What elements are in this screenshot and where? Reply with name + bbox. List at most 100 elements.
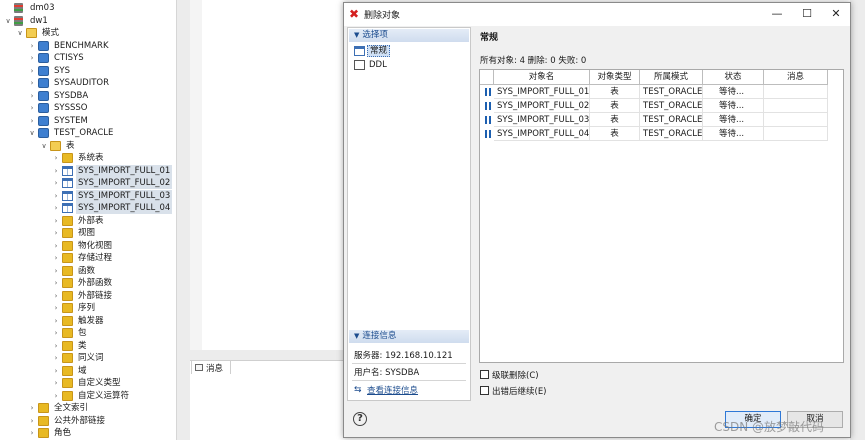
cell-message — [764, 113, 828, 127]
chevron-right-icon[interactable]: › — [52, 252, 60, 264]
tree-splitter[interactable] — [176, 0, 190, 440]
options-header[interactable]: ▼ 选择项 — [349, 29, 469, 42]
chevron-right-icon[interactable]: › — [52, 352, 60, 364]
panel-splitter[interactable] — [190, 350, 343, 360]
column-header-message[interactable]: 消息 — [764, 70, 828, 85]
chevron-right-icon[interactable]: › — [28, 415, 36, 427]
chevron-right-icon[interactable]: › — [52, 152, 60, 164]
tree-node-label: 函数 — [78, 265, 96, 276]
chevron-right-icon[interactable]: › — [28, 115, 36, 127]
chevron-right-icon[interactable]: › — [52, 365, 60, 377]
chevron-down-icon[interactable]: ∨ — [28, 127, 36, 139]
table-row[interactable]: SYS_IMPORT_FULL_03 表 TEST_ORACLE 等待... — [480, 113, 830, 127]
chevron-right-icon[interactable]: › — [28, 52, 36, 64]
chevron-right-icon[interactable]: › — [52, 265, 60, 277]
continue-on-error-checkbox[interactable]: 出错后继续(E) — [480, 385, 547, 397]
tree-node-label: 视图 — [78, 228, 96, 238]
folder-icon — [62, 353, 73, 363]
chevron-right-icon[interactable]: › — [52, 177, 60, 189]
connection-header[interactable]: ▼ 连接信息 — [349, 330, 469, 343]
schema-icon — [38, 65, 49, 76]
column-header-type[interactable]: 对象类型 — [590, 70, 640, 85]
folder-icon — [62, 265, 73, 276]
checkbox-box — [480, 370, 489, 379]
chevron-right-icon[interactable]: › — [52, 202, 60, 214]
options-header-label: 选择项 — [362, 30, 388, 40]
folder-open-icon — [50, 140, 61, 151]
folder-icon — [62, 303, 73, 313]
tree-node-label: 系统表 — [78, 153, 104, 163]
minimize-button[interactable]: — — [764, 5, 790, 23]
cell-schema: TEST_ORACLE — [640, 99, 703, 113]
chevron-right-icon[interactable]: › — [28, 77, 36, 89]
pending-icon — [485, 102, 491, 110]
tree-node-label: SYS — [54, 65, 70, 76]
chevron-right-icon[interactable]: › — [52, 277, 60, 289]
sql-editor-area[interactable] — [190, 0, 343, 350]
object-navigator-tree: dm03 ∨ dw1 ∨ 模式 › BENCHMARK › CTISYS › SYS › SYSAUDI… — [0, 0, 176, 440]
db-icon — [14, 15, 23, 26]
maximize-button[interactable]: ☐ — [794, 5, 820, 23]
column-header-schema[interactable]: 所属模式 — [640, 70, 703, 85]
continue-on-error-label: 出错后继续(E) — [492, 387, 547, 397]
tree-node-label: SYSAUDITOR — [54, 78, 110, 88]
chevron-right-icon[interactable]: › — [28, 102, 36, 114]
tree-node-label: 域 — [78, 365, 87, 376]
chevron-right-icon[interactable]: › — [52, 340, 60, 352]
chevron-right-icon[interactable]: › — [52, 302, 60, 314]
cell-status: 等待... — [703, 113, 764, 127]
cell-message — [764, 127, 828, 141]
cascade-delete-checkbox[interactable]: 级联删除(C) — [480, 369, 539, 381]
chevron-right-icon[interactable]: › — [52, 315, 60, 327]
chevron-right-icon[interactable]: › — [52, 240, 60, 252]
chevron-right-icon[interactable]: › — [52, 215, 60, 227]
chevron-right-icon[interactable]: › — [28, 427, 36, 439]
divider — [352, 380, 466, 381]
chevron-right-icon[interactable]: › — [28, 40, 36, 52]
collapse-icon: ▼ — [354, 31, 360, 39]
right-background — [850, 0, 865, 440]
chevron-right-icon[interactable]: › — [28, 402, 36, 414]
chevron-down-icon[interactable]: ∨ — [16, 27, 24, 39]
tree-node-label: 全文索引 — [54, 403, 89, 413]
cell-schema: TEST_ORACLE — [640, 127, 703, 141]
chevron-right-icon[interactable]: › — [52, 327, 60, 339]
view-connection-link-label: 查看连接信息 — [367, 386, 419, 396]
message-tab[interactable]: 消息 — [191, 360, 231, 374]
close-button[interactable]: ✕ — [823, 5, 849, 23]
delete-summary: 所有对象: 4 删除: 0 失败: 0 — [480, 56, 587, 66]
chevron-right-icon[interactable]: › — [52, 227, 60, 239]
table-row[interactable]: SYS_IMPORT_FULL_04 表 TEST_ORACLE 等待... — [480, 127, 830, 141]
chevron-down-icon[interactable]: ∨ — [4, 15, 12, 27]
chevron-right-icon[interactable]: › — [28, 90, 36, 102]
tree-node-label: 外部链接 — [78, 290, 113, 301]
table-row[interactable]: SYS_IMPORT_FULL_02 表 TEST_ORACLE 等待... — [480, 99, 830, 113]
chevron-right-icon[interactable]: › — [52, 390, 60, 402]
tree-node-label: 外部表 — [78, 215, 104, 226]
table-icon — [62, 178, 73, 188]
column-header-name[interactable]: 对象名 — [494, 70, 590, 85]
chevron-right-icon[interactable]: › — [52, 190, 60, 202]
dialog-titlebar[interactable]: ✖ 删除对象 — ☐ ✕ — [344, 3, 850, 26]
tree-node-label: SYS_IMPORT_FULL_04 — [76, 202, 173, 214]
db-icon — [14, 3, 23, 13]
chevron-right-icon[interactable]: › — [52, 165, 60, 177]
chevron-down-icon[interactable]: ∨ — [40, 140, 48, 152]
option-ddl-label: DDL — [369, 60, 387, 70]
tree-node-label: 包 — [78, 328, 87, 338]
folder-icon — [62, 328, 73, 338]
help-button[interactable]: ? — [353, 412, 367, 426]
chevron-right-icon[interactable]: › — [52, 377, 60, 389]
tree-node-label: CTISYS — [54, 53, 84, 63]
objects-table: 对象名 对象类型 所属模式 状态 消息 SYS_IMPORT_FULL_01 表… — [479, 69, 844, 363]
folder-icon — [38, 403, 49, 413]
chevron-right-icon[interactable]: › — [28, 65, 36, 77]
user-info: 用户名: SYSDBA — [354, 368, 420, 378]
tree-node-label: 模式 — [42, 28, 60, 38]
tree-node-label: dm03 — [30, 3, 55, 13]
cascade-delete-label: 级联删除(C) — [492, 371, 539, 381]
table-row[interactable]: SYS_IMPORT_FULL_01 表 TEST_ORACLE 等待... — [480, 85, 830, 99]
column-header-status[interactable]: 状态 — [703, 70, 764, 85]
tree-node-label: 角色 — [54, 428, 72, 438]
chevron-right-icon[interactable]: › — [52, 290, 60, 302]
